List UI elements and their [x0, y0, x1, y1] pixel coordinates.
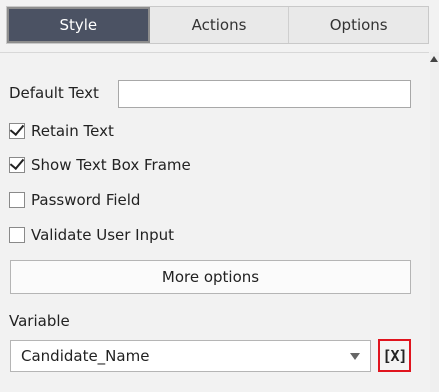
retain-text-label: Retain Text — [31, 122, 114, 140]
panel-divider — [0, 52, 429, 53]
show-text-box-frame-checkbox[interactable] — [9, 157, 25, 173]
more-options-button[interactable]: More options — [10, 260, 411, 294]
retain-text-row[interactable]: Retain Text — [9, 121, 114, 141]
retain-text-checkbox[interactable] — [9, 123, 25, 139]
tab-actions[interactable]: Actions — [150, 7, 290, 43]
password-field-row[interactable]: Password Field — [9, 190, 140, 210]
variable-select[interactable]: Candidate_Name — [10, 340, 371, 372]
validate-user-input-checkbox[interactable] — [9, 227, 25, 243]
tab-bar: Style Actions Options — [6, 6, 429, 44]
validate-user-input-label: Validate User Input — [31, 226, 175, 244]
chevron-down-icon[interactable] — [350, 352, 360, 360]
password-field-checkbox[interactable] — [9, 192, 25, 208]
variable-selected-value: Candidate_Name — [21, 347, 150, 365]
default-text-input[interactable] — [118, 80, 411, 108]
tab-style[interactable]: Style — [7, 7, 150, 43]
insert-variable-button[interactable]: [X] — [378, 339, 411, 372]
show-text-box-frame-row[interactable]: Show Text Box Frame — [9, 155, 191, 175]
password-field-label: Password Field — [31, 191, 141, 209]
scroll-up-icon[interactable] — [430, 56, 438, 62]
tab-options[interactable]: Options — [289, 7, 428, 43]
default-text-label: Default Text — [9, 84, 99, 102]
variable-label: Variable — [9, 312, 70, 330]
vertical-scrollbar[interactable] — [430, 52, 439, 392]
insert-variable-icon: [X] — [382, 346, 407, 365]
show-text-box-frame-label: Show Text Box Frame — [31, 156, 191, 174]
validate-user-input-row[interactable]: Validate User Input — [9, 225, 174, 245]
